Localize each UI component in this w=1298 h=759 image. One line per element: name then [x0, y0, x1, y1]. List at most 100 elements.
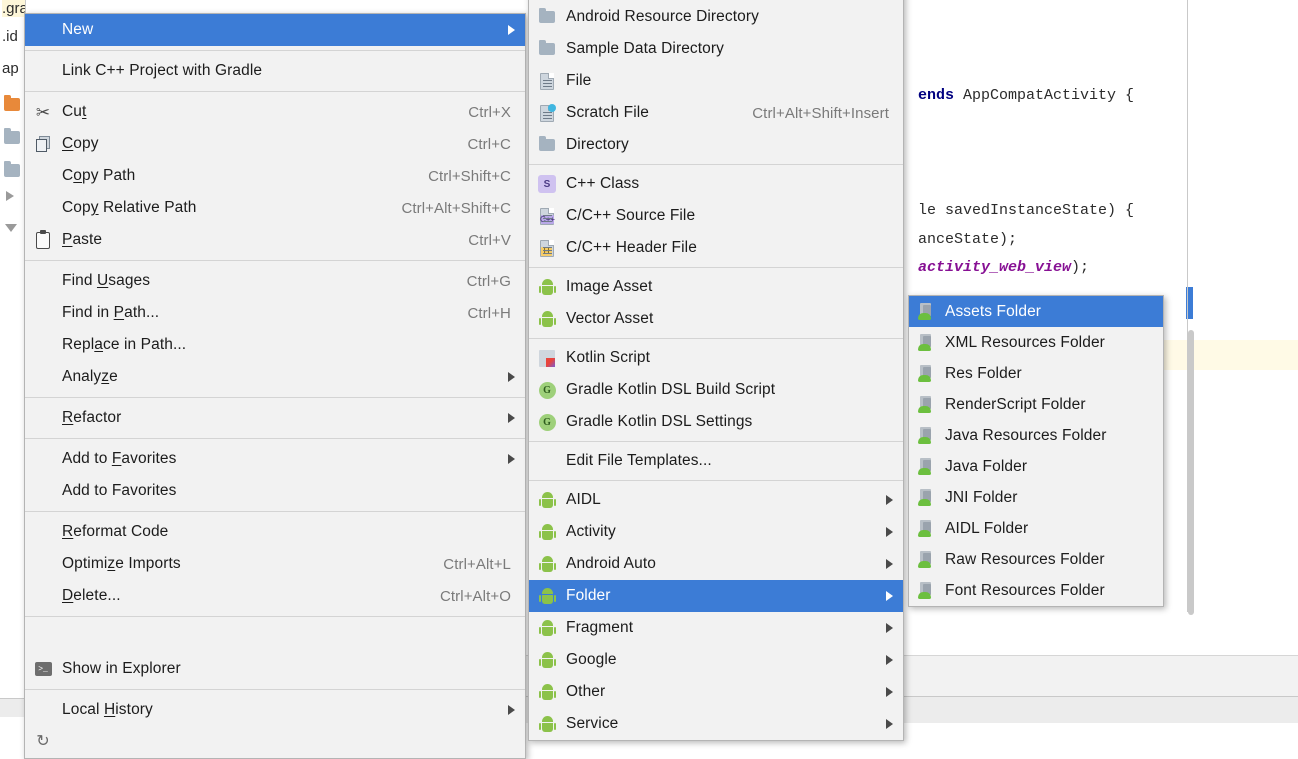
new-submenu[interactable]: <> Android Resource File Android Resourc… [528, 0, 904, 741]
folder-submenu[interactable]: Assets Folder XML Resources Folder Res F… [908, 295, 1164, 607]
menu-item-label: Analyze [62, 368, 118, 385]
menu-item-cut[interactable]: ✂ Cut Ctrl+X [25, 96, 525, 128]
menu-item-optimize-imports[interactable]: Optimize Imports Ctrl+Alt+L [25, 548, 525, 580]
menu-separator [529, 480, 903, 481]
menu-item-cpp-header-file[interactable]: H C/C++ Header File [529, 232, 903, 264]
android-icon [537, 490, 557, 510]
menu-item-show-in-explorer[interactable] [25, 621, 525, 653]
menu-item-edit-file-templates[interactable]: Edit File Templates... [529, 445, 903, 477]
editor-scrollbar[interactable] [1188, 330, 1194, 615]
menu-item-link-cpp-project[interactable]: Link C++ Project with Gradle [25, 55, 525, 87]
menu-separator [25, 397, 525, 398]
menu-item-replace-in-path[interactable]: Replace in Path... [25, 329, 525, 361]
menu-item-vector-asset[interactable]: Vector Asset [529, 303, 903, 335]
menu-item-other[interactable]: Other [529, 676, 903, 708]
menu-item-open-in-terminal[interactable]: >_ Show in Explorer [25, 653, 525, 685]
menu-item-add-to-favorites[interactable]: Add to Favorites [25, 443, 525, 475]
menu-item-reformat-code[interactable]: Reformat Code [25, 516, 525, 548]
menu-item-renderscript-folder[interactable]: RenderScript Folder [909, 389, 1163, 420]
menu-item-fragment[interactable]: Fragment [529, 612, 903, 644]
menu-item-folder[interactable]: Folder [529, 580, 903, 612]
menu-item-label: Directory [566, 136, 629, 153]
menu-item-accelerator: Ctrl+Alt+O [439, 587, 511, 605]
menu-item-aidl-folder[interactable]: AIDL Folder [909, 513, 1163, 544]
menu-item-java-resources-folder[interactable]: Java Resources Folder [909, 420, 1163, 451]
tree-row[interactable]: .id [0, 28, 24, 60]
res-folder-icon [917, 333, 937, 353]
chevron-right-icon [886, 655, 893, 665]
menu-item-gradle-kotlin-dsl-build-script[interactable]: G Gradle Kotlin DSL Build Script [529, 374, 903, 406]
code-line: anceState); [918, 231, 1018, 248]
chevron-right-icon [508, 705, 515, 715]
project-tool-window[interactable]: .gradle .id ap [0, 0, 48, 717]
android-icon [537, 277, 557, 297]
menu-item-java-folder[interactable]: Java Folder [909, 451, 1163, 482]
menu-item-find-in-path[interactable]: Find in Path... Ctrl+H [25, 297, 525, 329]
menu-item-copy[interactable]: Copy Ctrl+C [25, 128, 525, 160]
android-icon [537, 522, 557, 542]
menu-item-cpp-class[interactable]: S C++ Class [529, 168, 903, 200]
menu-separator [529, 441, 903, 442]
menu-item-delete[interactable]: Delete... Ctrl+Alt+O [25, 580, 525, 612]
menu-item-kotlin-script[interactable]: Kotlin Script [529, 342, 903, 374]
menu-item-sample-data-directory[interactable]: Sample Data Directory [529, 33, 903, 65]
menu-item-scratch-file[interactable]: Scratch File Ctrl+Alt+Shift+Insert [529, 97, 903, 129]
menu-item-google[interactable]: Google [529, 644, 903, 676]
menu-item-accelerator: Ctrl+G [466, 272, 511, 290]
menu-item-synchronize[interactable]: ↻ [25, 726, 525, 758]
menu-separator [25, 260, 525, 261]
tree-row[interactable]: ap [0, 60, 24, 92]
menu-item-raw-resources-folder[interactable]: Raw Resources Folder [909, 544, 1163, 575]
menu-item-copy-relative-path[interactable]: Copy Relative Path Ctrl+Alt+Shift+C [25, 192, 525, 224]
android-icon [537, 714, 557, 734]
chevron-right-icon [508, 454, 515, 464]
menu-item-gradle-kotlin-dsl-settings[interactable]: G Gradle Kotlin DSL Settings [529, 406, 903, 438]
menu-item-label: Java Folder [945, 457, 1028, 475]
expand-arrow-icon[interactable] [6, 191, 14, 201]
menu-item-label: Link C++ Project with Gradle [62, 62, 263, 79]
menu-item-new[interactable]: New [25, 14, 525, 46]
menu-item-label: Optimize Imports [62, 555, 181, 572]
menu-item-analyze[interactable]: Analyze [25, 361, 525, 393]
menu-item-show-image-thumbnails[interactable]: Add to Favorites [25, 475, 525, 507]
menu-item-jni-folder[interactable]: JNI Folder [909, 482, 1163, 513]
menu-item-accelerator: Ctrl+Alt+Shift+C [401, 199, 511, 217]
menu-item-label: C/C++ Source File [566, 207, 696, 224]
menu-item-res-folder[interactable]: Res Folder [909, 358, 1163, 389]
menu-item-label: Add to Favorites [62, 482, 177, 499]
menu-item-label: Assets Folder [945, 302, 1042, 320]
menu-item-paste[interactable]: Paste Ctrl+V [25, 224, 525, 256]
context-menu[interactable]: New Link C++ Project with Gradle ✂ Cut C… [24, 13, 526, 759]
menu-item-file[interactable]: File [529, 65, 903, 97]
menu-item-aidl[interactable]: AIDL [529, 484, 903, 516]
folder-icon [537, 135, 557, 155]
menu-item-assets-folder[interactable]: Assets Folder [909, 296, 1163, 327]
gradle-icon: G [537, 380, 557, 400]
menu-item-label: Replace in Path... [62, 336, 187, 353]
menu-item-label: XML Resources Folder [945, 333, 1105, 351]
menu-item-refactor[interactable]: Refactor [25, 402, 525, 434]
menu-item-cpp-source-file[interactable]: C++ C/C++ Source File [529, 200, 903, 232]
menu-item-font-resources-folder[interactable]: Font Resources Folder [909, 575, 1163, 606]
file-icon [537, 71, 557, 91]
menu-item-copy-path[interactable]: Copy Path Ctrl+Shift+C [25, 160, 525, 192]
menu-item-android-resource-directory[interactable]: Android Resource Directory [529, 1, 903, 33]
menu-item-local-history[interactable]: Local History [25, 694, 525, 726]
menu-item-accelerator: Ctrl+H [467, 304, 511, 322]
menu-item-label: Font Resources Folder [945, 581, 1105, 599]
menu-item-xml-resources-folder[interactable]: XML Resources Folder [909, 327, 1163, 358]
menu-item-android-auto[interactable]: Android Auto [529, 548, 903, 580]
menu-item-label: Show in Explorer [62, 660, 181, 677]
menu-item-find-usages[interactable]: Find Usages Ctrl+G [25, 265, 525, 297]
menu-item-activity[interactable]: Activity [529, 516, 903, 548]
menu-separator [25, 689, 525, 690]
editor-right-divider [1187, 0, 1188, 612]
menu-item-service[interactable]: Service [529, 708, 903, 740]
menu-item-image-asset[interactable]: Image Asset [529, 271, 903, 303]
menu-item-directory[interactable]: Directory [529, 129, 903, 161]
menu-separator [25, 438, 525, 439]
menu-item-label: Cut [62, 103, 87, 120]
code-line: activity_web_view); [918, 259, 1090, 276]
chevron-right-icon [508, 413, 515, 423]
collapse-arrow-icon[interactable] [5, 224, 17, 232]
